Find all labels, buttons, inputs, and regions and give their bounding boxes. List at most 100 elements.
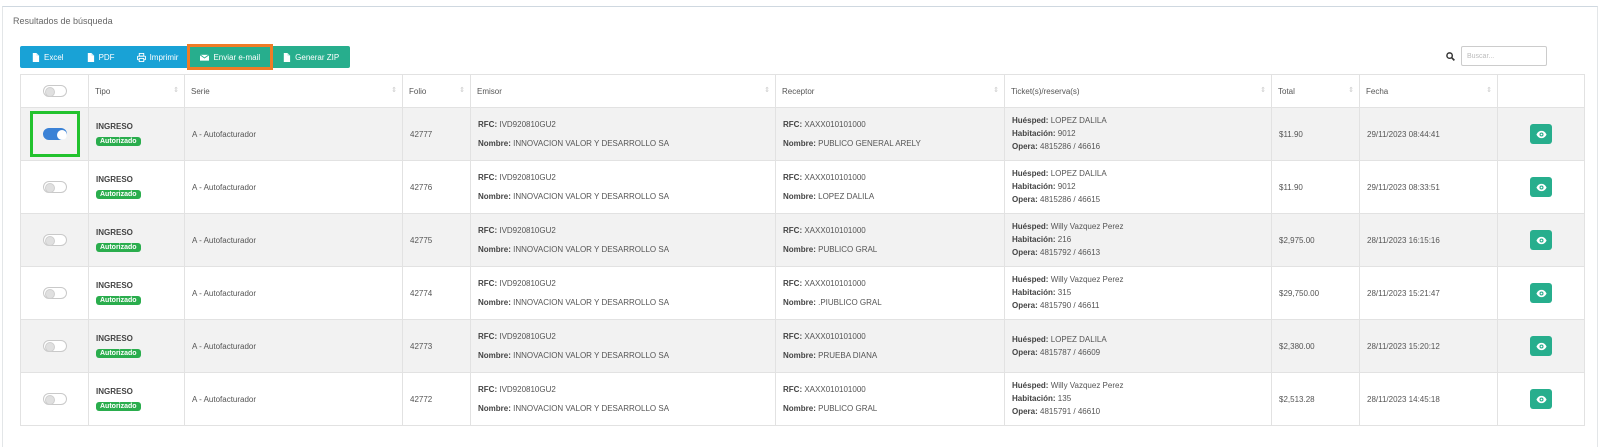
header-fecha[interactable]: Fecha ⇕ [1359,74,1498,108]
fecha-cell: 28/11/2023 14:45:18 [1359,372,1498,426]
emisor-nombre: INNOVACION VALOR Y DESARROLLO SA [513,191,670,201]
serie-cell: A - Autofacturador [184,266,403,320]
serie-cell: A - Autofacturador [184,160,403,214]
row-select-toggle[interactable] [42,287,67,299]
status-badge: Autorizado [96,349,141,358]
huesped-label: Huésped: [1012,381,1049,390]
opera-label: Opera: [1012,142,1038,151]
rfc-label: RFC: [478,225,498,235]
view-button[interactable] [1530,230,1552,250]
status-badge: Autorizado [96,190,141,199]
total-cell: $2,513.28 [1271,372,1360,426]
header-tickets[interactable]: Ticket(s)/reserva(s) ⇕ [1004,74,1272,108]
select-cell [20,107,89,161]
table-row: INGRESO Autorizado A - Autofacturador 42… [20,160,1585,214]
view-button[interactable] [1530,177,1552,197]
habitacion-label: Habitación: [1012,288,1056,297]
view-button[interactable] [1530,336,1552,356]
huesped-label: Huésped: [1012,275,1049,284]
huesped-value: Willy Vazquez Perez [1050,275,1124,284]
header-serie[interactable]: Serie ⇕ [184,74,403,108]
select-cell [20,213,89,267]
header-fecha-label: Fecha [1366,86,1389,96]
row-select-toggle[interactable] [42,234,67,246]
huesped-value: LOPEZ DALILA [1050,334,1107,344]
excel-button[interactable]: Excel [20,46,75,68]
habitacion-value: 216 [1057,235,1072,244]
header-serie-label: Serie [191,86,210,96]
habitacion-label: Habitación: [1012,129,1056,138]
fecha-cell: 28/11/2023 15:20:12 [1359,319,1498,373]
select-cell [20,319,89,373]
rfc-label: RFC: [783,384,803,394]
serie-cell: A - Autofacturador [184,213,403,267]
search-icon [1446,51,1455,61]
file-pdf-icon [87,52,94,62]
emisor-rfc: IVD920810GU2 [499,278,556,288]
eye-icon [1535,183,1547,191]
generate-zip-button[interactable]: Generar ZIP [271,46,351,68]
header-folio[interactable]: Folio ⇕ [402,74,471,108]
header-receptor[interactable]: Receptor ⇕ [775,74,1005,108]
tickets-cell: Huésped: Willy Vazquez Perez Habitación:… [1004,213,1272,267]
huesped-value: LOPEZ DALILA [1050,169,1107,178]
pdf-button[interactable]: PDF [74,46,126,68]
emisor-nombre: INNOVACION VALOR Y DESARROLLO SA [513,244,670,254]
toggle-knob [44,289,55,299]
rfc-label: RFC: [783,172,803,182]
eye-icon [1535,342,1547,350]
habitacion-label: Habitación: [1012,394,1056,403]
habitacion-value: 9012 [1057,129,1076,138]
view-button[interactable] [1530,283,1552,303]
nombre-label: Nombre: [478,244,511,254]
receptor-nombre: PRUEBA DIANA [818,350,878,360]
send-email-button[interactable]: Enviar e-mail [187,44,274,70]
row-select-toggle[interactable] [42,393,67,405]
sort-icon: ⇕ [1348,87,1354,94]
actions-cell [1497,266,1585,320]
receptor-cell: RFC: XAXX010101000 Nombre: PUBLICO GRAL [775,213,1005,267]
emisor-rfc: IVD920810GU2 [499,384,556,394]
total-cell: $11.90 [1271,107,1360,161]
tipo-text: INGRESO [96,387,133,396]
header-total-label: Total [1278,86,1295,96]
sort-icon: ⇕ [391,87,397,94]
select-all-toggle[interactable] [42,85,67,97]
emisor-nombre: INNOVACION VALOR Y DESARROLLO SA [513,350,670,360]
print-button-label: Imprimir [149,52,179,62]
nombre-label: Nombre: [478,403,511,413]
view-button[interactable] [1530,389,1552,409]
fecha-cell: 28/11/2023 15:21:47 [1359,266,1498,320]
row-select-toggle[interactable] [42,128,67,140]
row-select-toggle[interactable] [42,181,67,193]
header-total[interactable]: Total ⇕ [1271,74,1360,108]
tipo-cell: INGRESO Autorizado [88,213,185,267]
rfc-label: RFC: [478,384,498,394]
receptor-cell: RFC: XAXX010101000 Nombre: .PIUBLICO GRA… [775,266,1005,320]
eye-icon [1535,130,1547,138]
table-row: INGRESO Autorizado A - Autofacturador 42… [20,319,1585,373]
row-select-toggle[interactable] [42,340,67,352]
tipo-cell: INGRESO Autorizado [88,372,185,426]
print-button[interactable]: Imprimir [125,46,190,68]
opera-value: 4815286 / 46615 [1040,195,1101,204]
opera-label: Opera: [1012,195,1038,204]
search-input[interactable] [1461,46,1547,66]
toggle-knob [44,183,55,193]
total-cell: $29,750.00 [1271,266,1360,320]
status-badge: Autorizado [96,243,141,252]
actions-cell [1497,213,1585,267]
tickets-cell: Huésped: LOPEZ DALILA Opera: 4815787 / 4… [1004,319,1272,373]
huesped-value: Willy Vazquez Perez [1050,381,1124,390]
header-emisor[interactable]: Emisor ⇕ [470,74,776,108]
actions-cell [1497,319,1585,373]
nombre-label: Nombre: [478,138,511,148]
view-button[interactable] [1530,124,1552,144]
receptor-nombre: PUBLICO GENERAL ARELY [818,138,921,148]
tickets-cell: Huésped: Willy Vazquez Perez Habitación:… [1004,266,1272,320]
tipo-text: INGRESO [96,334,133,343]
select-all-header [20,74,89,108]
toggle-knob [44,342,55,352]
excel-button-label: Excel [44,52,64,62]
header-tipo[interactable]: Tipo ⇕ [88,74,185,108]
